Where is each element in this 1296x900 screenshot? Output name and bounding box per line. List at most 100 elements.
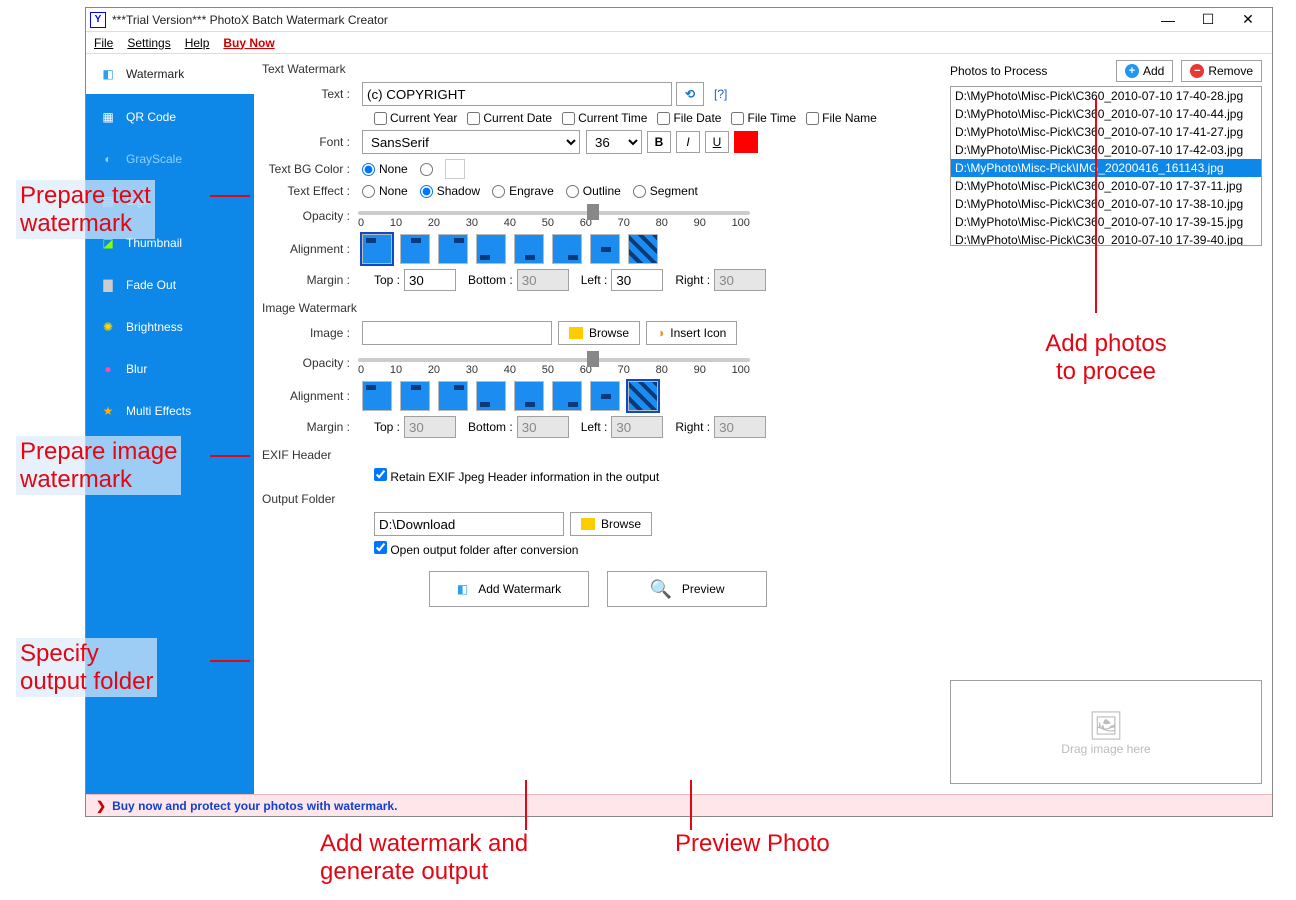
align-mc[interactable] bbox=[590, 234, 620, 264]
add-photo-button[interactable]: +Add bbox=[1116, 60, 1173, 82]
file-row[interactable]: D:\MyPhoto\Misc-Pick\C360_2010-07-10 17-… bbox=[951, 213, 1261, 231]
align-bc[interactable] bbox=[514, 381, 544, 411]
sidebar-item-thumbnail[interactable]: ◪Thumbnail bbox=[86, 222, 254, 264]
sidebar-item-watermark[interactable]: ◧Watermark bbox=[86, 54, 254, 96]
output-folder-input[interactable] bbox=[374, 512, 564, 536]
font-color-swatch[interactable] bbox=[734, 131, 758, 153]
brightness-icon: ✺ bbox=[100, 319, 116, 335]
align-tl[interactable] bbox=[362, 381, 392, 411]
align-tc[interactable] bbox=[400, 381, 430, 411]
align-bl[interactable] bbox=[476, 381, 506, 411]
chk-open-output[interactable]: Open output folder after conversion bbox=[374, 541, 578, 557]
eff-segment[interactable]: Segment bbox=[633, 184, 698, 198]
annotation-add-watermark: Add watermark and generate output bbox=[320, 830, 528, 885]
preview-button[interactable]: 🔍Preview bbox=[607, 571, 767, 607]
align-tr[interactable] bbox=[438, 381, 468, 411]
close-button[interactable]: ✕ bbox=[1228, 9, 1268, 31]
menu-file[interactable]: File bbox=[94, 36, 113, 50]
text-alignment-grid bbox=[362, 234, 658, 264]
bg-none-radio[interactable]: None bbox=[362, 162, 408, 176]
slider-ticks: 0102030405060708090100 bbox=[358, 217, 750, 229]
align-tr[interactable] bbox=[438, 234, 468, 264]
file-row[interactable]: D:\MyPhoto\Misc-Pick\C360_2010-07-10 17-… bbox=[951, 105, 1261, 123]
file-row[interactable]: D:\MyPhoto\Misc-Pick\C360_2010-07-10 17-… bbox=[951, 195, 1261, 213]
margin-top-input[interactable] bbox=[404, 269, 456, 291]
chk-file-time[interactable]: File Time bbox=[731, 111, 796, 125]
insert-icon-button[interactable]: ◑Insert Icon bbox=[646, 321, 737, 345]
remove-photo-button[interactable]: −Remove bbox=[1181, 60, 1262, 82]
sidebar-item-grayscale[interactable]: ◐GrayScale bbox=[86, 138, 254, 180]
sidebar-item-multieffects[interactable]: ★Multi Effects bbox=[86, 390, 254, 432]
font-select[interactable]: SansSerif bbox=[362, 130, 580, 154]
align-mc[interactable] bbox=[590, 381, 620, 411]
align-tl[interactable] bbox=[362, 234, 392, 264]
minimize-button[interactable]: — bbox=[1148, 9, 1188, 31]
file-row[interactable]: D:\MyPhoto\Misc-Pick\C360_2010-07-10 17-… bbox=[951, 87, 1261, 105]
italic-button[interactable]: I bbox=[676, 131, 700, 153]
file-row[interactable]: D:\MyPhoto\Misc-Pick\C360_2010-07-10 17-… bbox=[951, 123, 1261, 141]
chk-current-time[interactable]: Current Time bbox=[562, 111, 647, 125]
align-tc[interactable] bbox=[400, 234, 430, 264]
sidebar-item-sign[interactable]: ▤Sign bbox=[86, 180, 254, 222]
img-margin-bottom bbox=[517, 416, 569, 438]
text-watermark-section: Text Watermark bbox=[262, 62, 934, 76]
sidebar-item-brightness[interactable]: ✺Brightness bbox=[86, 306, 254, 348]
margin-label: Margin : bbox=[262, 273, 362, 287]
bg-color-radio[interactable] bbox=[420, 163, 433, 176]
file-row[interactable]: D:\MyPhoto\Misc-Pick\C360_2010-07-10 17-… bbox=[951, 141, 1261, 159]
font-label: Font : bbox=[262, 135, 362, 149]
maximize-button[interactable]: ☐ bbox=[1188, 9, 1228, 31]
img-margin-left bbox=[611, 416, 663, 438]
output-browse-button[interactable]: Browse bbox=[570, 512, 652, 536]
eff-engrave[interactable]: Engrave bbox=[492, 184, 554, 198]
image-opacity-slider[interactable]: 0102030405060708090100 bbox=[358, 350, 750, 376]
align-bc[interactable] bbox=[514, 234, 544, 264]
file-list[interactable]: D:\MyPhoto\Misc-Pick\C360_2010-07-10 17-… bbox=[950, 86, 1262, 246]
photos-panel: Photos to Process +Add −Remove D:\MyPhot… bbox=[946, 54, 1272, 794]
align-br[interactable] bbox=[552, 381, 582, 411]
chk-current-year[interactable]: Current Year bbox=[374, 111, 457, 125]
menu-settings[interactable]: Settings bbox=[127, 36, 170, 50]
footer-promo[interactable]: ❯ Buy now and protect your photos with w… bbox=[86, 794, 1272, 816]
eff-outline[interactable]: Outline bbox=[566, 184, 621, 198]
magnifier-icon: 🔍 bbox=[649, 579, 671, 600]
sidebar-item-fadeout[interactable]: ▇Fade Out bbox=[86, 264, 254, 306]
chk-current-date[interactable]: Current Date bbox=[467, 111, 552, 125]
photos-title: Photos to Process bbox=[950, 64, 1047, 78]
qr-icon: ▦ bbox=[100, 109, 116, 125]
main-panel: Text Watermark Text : ⟲ [?] Current Year… bbox=[254, 54, 946, 794]
align-bl[interactable] bbox=[476, 234, 506, 264]
chk-retain-exif[interactable]: Retain EXIF Jpeg Header information in t… bbox=[374, 468, 659, 484]
bold-button[interactable]: B bbox=[647, 131, 671, 153]
file-row[interactable]: D:\MyPhoto\Misc-Pick\C360_2010-07-10 17-… bbox=[951, 231, 1261, 246]
file-row[interactable]: D:\MyPhoto\Misc-Pick\C360_2010-07-10 17-… bbox=[951, 177, 1261, 195]
sidebar-item-qrcode[interactable]: ▦QR Code bbox=[86, 96, 254, 138]
eff-none[interactable]: None bbox=[362, 184, 408, 198]
drop-zone[interactable]: 🖼 Drag image here bbox=[950, 680, 1262, 784]
chk-file-name[interactable]: File Name bbox=[806, 111, 877, 125]
chk-file-date[interactable]: File Date bbox=[657, 111, 721, 125]
watermark-text-input[interactable] bbox=[362, 82, 672, 106]
margin-left-input[interactable] bbox=[611, 269, 663, 291]
menu-help[interactable]: Help bbox=[185, 36, 210, 50]
img-margin-top bbox=[404, 416, 456, 438]
help-link[interactable]: [?] bbox=[714, 87, 727, 101]
sidebar-item-blur[interactable]: ●Blur bbox=[86, 348, 254, 390]
menu-buynow[interactable]: Buy Now bbox=[223, 36, 274, 50]
bg-color-swatch[interactable] bbox=[445, 159, 465, 179]
align-br[interactable] bbox=[552, 234, 582, 264]
fadeout-icon: ▇ bbox=[100, 277, 116, 293]
eff-shadow[interactable]: Shadow bbox=[420, 184, 480, 198]
underline-button[interactable]: U bbox=[705, 131, 729, 153]
text-reset-icon[interactable]: ⟲ bbox=[676, 82, 704, 106]
font-size-select[interactable]: 36 bbox=[586, 130, 642, 154]
align-tile[interactable] bbox=[628, 234, 658, 264]
file-row[interactable]: D:\MyPhoto\Misc-Pick\IMG_20200416_161143… bbox=[951, 159, 1261, 177]
plus-icon: + bbox=[1125, 64, 1139, 78]
sidebar-item-label: Blur bbox=[126, 362, 147, 376]
add-watermark-button[interactable]: ◧Add Watermark bbox=[429, 571, 589, 607]
image-path-input[interactable] bbox=[362, 321, 552, 345]
align-tile[interactable] bbox=[628, 381, 658, 411]
image-browse-button[interactable]: Browse bbox=[558, 321, 640, 345]
text-opacity-slider[interactable]: 0102030405060708090100 bbox=[358, 203, 750, 229]
